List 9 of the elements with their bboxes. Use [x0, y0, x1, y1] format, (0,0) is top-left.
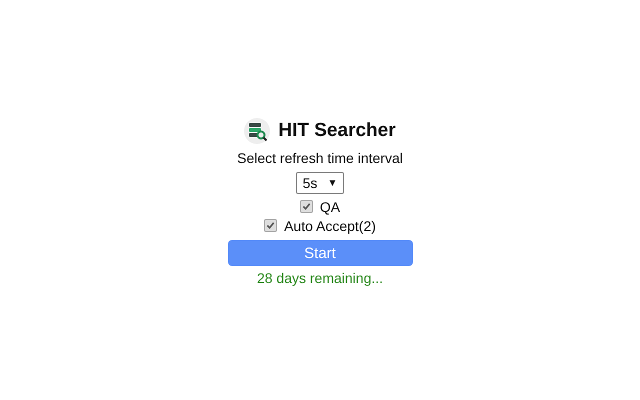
checkbox[interactable]	[300, 200, 313, 213]
interval-dropdown[interactable]: 5s ▼	[296, 172, 344, 194]
app-title: HIT Searcher	[278, 120, 396, 142]
status-text: 28 days remaining...	[256, 270, 384, 286]
server-search-icon	[244, 118, 270, 144]
option-label: QA	[320, 198, 340, 214]
interval-label: Select refresh time interval	[237, 150, 403, 166]
checkbox[interactable]	[264, 219, 278, 232]
option-label: Auto Accept(2)	[284, 218, 376, 234]
